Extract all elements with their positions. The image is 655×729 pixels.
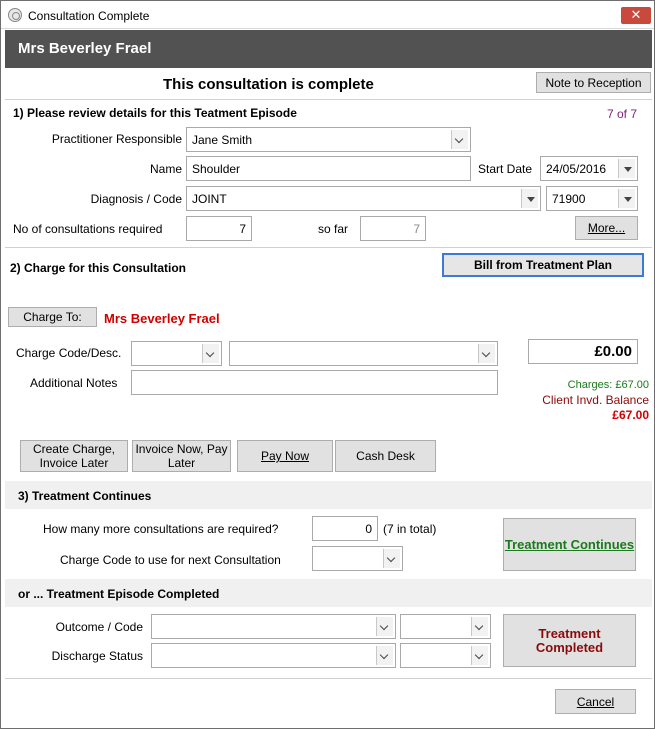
divider [5,247,652,248]
start-date-label: Start Date [478,162,533,176]
more-button[interactable]: More... [575,216,638,240]
episode-name-value: Shoulder [192,162,241,176]
treatment-completed-button[interactable]: Treatment Completed [503,614,636,667]
additional-notes-label: Additional Notes [30,376,118,390]
start-date-picker[interactable]: 24/05/2016 [540,156,638,181]
charge-code-label: Charge Code/Desc. [16,346,122,360]
bill-from-treatment-plan-button[interactable]: Bill from Treatment Plan [442,253,644,277]
balance-label: Client Invd. Balance [542,393,649,407]
cash-desk-button[interactable]: Cash Desk [335,440,436,472]
episode-name-input[interactable]: Shoulder [186,156,471,181]
note-to-reception-button[interactable]: Note to Reception [536,72,651,93]
charge-to-name: Mrs Beverley Frael [104,311,220,326]
charge-desc-select[interactable] [229,341,498,366]
so-far-label: so far [318,222,349,236]
patient-header: Mrs Beverley Frael [5,30,652,68]
discharge-status-label: Discharge Status [51,649,143,663]
outcome-select[interactable] [151,614,396,639]
episode-counter: 7 of 7 [607,107,638,121]
chevron-down-icon [376,646,393,665]
window-title: Consultation Complete [28,9,150,23]
section-continues-title: 3) Treatment Continues [18,489,152,503]
pay-now-label: Pay Now [260,449,310,463]
next-charge-code-select[interactable] [312,546,403,571]
charge-code-select[interactable] [131,341,222,366]
treatment-continues-button[interactable]: Treatment Continues [503,518,636,571]
so-far-input: 7 [360,216,426,241]
start-date-value: 24/05/2016 [546,162,607,176]
create-charge-invoice-later-button[interactable]: Create Charge, Invoice Later [20,440,128,472]
consult-required-label: No of consultations required [13,222,163,236]
section-review-title: 1) Please review details for this Teatme… [13,106,297,120]
invoice-now-pay-later-button[interactable]: Invoice Now, Pay Later [132,440,231,472]
practitioner-label: Practitioner Responsible [51,132,182,146]
outcome-code-select[interactable] [400,614,491,639]
divider [5,678,652,679]
cancel-button-label: Cancel [576,694,615,709]
close-icon[interactable]: ✕ [621,7,651,24]
chevron-down-icon [471,617,488,636]
practitioner-value: Jane Smith [192,133,253,147]
consult-required-input[interactable]: 7 [186,216,252,241]
charges-total: Charges: £67.00 [567,379,649,391]
more-button-label: More... [587,221,626,235]
diagnosis-value: JOINT [192,192,227,206]
dropdown-arrow-icon [618,189,635,208]
chevron-down-icon [376,617,393,636]
chevron-down-icon [471,646,488,665]
divider [5,99,652,100]
total-consultations-text: (7 in total) [383,522,437,536]
diagnosis-code-select[interactable]: 71900 [546,186,638,211]
chevron-down-icon [478,344,495,363]
section-charge-title: 2) Charge for this Consultation [10,261,187,275]
more-consultations-label: How many more consultations are required… [43,522,279,536]
page-title: This consultation is complete [163,76,374,93]
more-consultations-input[interactable]: 0 [312,516,378,541]
chevron-down-icon [451,130,468,149]
diagnosis-code-value: 71900 [552,192,586,206]
section-completed-title: or ... Treatment Episode Completed [18,587,220,601]
pay-now-button[interactable]: Pay Now [237,440,333,472]
outcome-label: Outcome / Code [55,620,143,634]
chevron-down-icon [383,549,400,568]
diagnosis-select[interactable]: JOINT [186,186,541,211]
cash-desk-label: Cash Desk [356,449,415,463]
charge-to-button[interactable]: Charge To: [8,307,97,327]
balance-value: £67.00 [612,408,649,422]
next-charge-code-label: Charge Code to use for next Consultation [60,553,281,567]
chevron-down-icon [202,344,219,363]
app-icon [8,8,22,22]
name-label: Name [149,162,182,176]
dropdown-arrow-icon [521,189,538,208]
dropdown-arrow-icon [618,159,635,178]
charge-amount-field[interactable]: £0.00 [528,339,638,364]
dialog-window: Consultation Complete ✕ Mrs Beverley Fra… [0,0,655,729]
diagnosis-label: Diagnosis / Code [90,192,182,206]
patient-name: Mrs Beverley Frael [18,40,152,57]
discharge-code-select[interactable] [400,643,491,668]
practitioner-select[interactable]: Jane Smith [186,127,471,152]
title-bar: Consultation Complete ✕ [1,1,654,29]
cancel-button[interactable]: Cancel [555,689,636,714]
treatment-continues-label: Treatment Continues [504,536,635,552]
additional-notes-input[interactable] [131,370,498,395]
discharge-status-select[interactable] [151,643,396,668]
